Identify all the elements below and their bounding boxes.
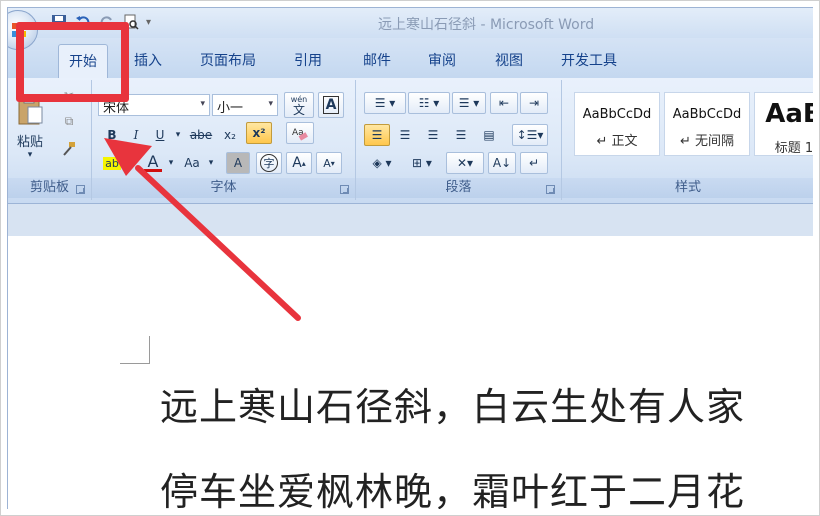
underline-dropdown-icon[interactable]: ▾ [172,124,184,146]
tab-mailings[interactable]: 邮件 [363,50,391,70]
font-size-select[interactable]: 小一 ▾ [212,94,278,116]
paste-label: 粘贴 [16,134,43,150]
superscript-button[interactable]: x² [246,122,272,144]
style-normal[interactable]: AaBbCcDd ↵ 正文 [574,92,660,156]
tab-insert[interactable]: 插入 [134,50,162,70]
line-spacing-icon: ↕☰▾ [516,128,544,142]
format-painter-button[interactable] [58,138,80,160]
multilevel-list-icon: ☰ ▾ [458,96,480,110]
numbered-list-icon: ☷ ▾ [418,96,440,110]
strikethrough-button[interactable]: abe [186,124,216,146]
text-highlight-button[interactable]: ab [98,152,126,174]
document-gutter [8,204,813,236]
phonetic-guide-button[interactable]: wén 文 [284,92,314,118]
underline-button[interactable]: U [150,124,170,146]
align-center-icon: ☰ [399,128,411,142]
tab-references[interactable]: 引用 [294,50,322,70]
tab-page-layout[interactable]: 页面布局 [200,50,256,70]
asian-layout-icon: ✕▾ [456,156,474,170]
window-title: 远上寒山石径斜 - Microsoft Word [378,17,595,33]
change-case-button[interactable]: Aa [178,152,206,174]
paragraph-group: ☰ ▾ ☷ ▾ ☰ ▾ ⇤ ⇥ ☰ ☰ ☰ ☰ ▤ ↕☰▾ ◈ ▾ ⊞ ▾ ✕▾… [356,80,562,200]
eraser-icon: Aa [292,128,308,141]
annotation-highlight-box [16,22,129,102]
increase-indent-button[interactable]: ⇥ [520,92,548,114]
align-left-button[interactable]: ☰ [364,124,390,146]
phonetic-char: 文 [292,103,305,117]
copy-icon: ⧉ [64,113,74,128]
subscript-button[interactable]: x₂ [218,124,242,146]
asian-layout-button[interactable]: ✕▾ [446,152,484,174]
bullets-button[interactable]: ☰ ▾ [364,92,406,114]
multilevel-list-button[interactable]: ☰ ▾ [452,92,486,114]
decrease-indent-button[interactable]: ⇤ [490,92,518,114]
align-center-button[interactable]: ☰ [392,124,418,146]
format-painter-icon [63,142,75,156]
sort-icon: A↓ [492,156,512,170]
style-heading-1[interactable]: AaB 标题 1 [754,92,813,156]
border-icon: ⊞ ▾ [412,156,432,170]
document-line-2[interactable]: 停车坐爱枫林晚，霜叶红于二月花 [160,461,745,509]
shading-button[interactable]: ◈ ▾ [364,152,400,174]
clear-formatting-button[interactable]: Aa [286,122,314,144]
borders-button[interactable]: ⊞ ▾ [404,152,440,174]
change-case-dropdown-icon[interactable]: ▾ [206,152,216,174]
tab-view[interactable]: 视图 [495,50,523,70]
document-page[interactable]: 远上寒山石径斜，白云生处有人家 停车坐爱枫林晚，霜叶红于二月花 [8,236,813,509]
clipboard-launcher-icon[interactable] [76,185,85,194]
justify-button[interactable]: ☰ [448,124,474,146]
document-line-1[interactable]: 远上寒山石径斜，白云生处有人家 [160,376,745,431]
font-group-label: 字体 [92,178,355,198]
bullet-list-icon: ☰ ▾ [374,96,396,110]
styles-group: AaBbCcDd ↵ 正文 AaBbCcDd ↵ 无间隔 AaB 标题 1 样式 [562,80,813,200]
paint-bucket-icon: ◈ ▾ [372,156,392,170]
justify-icon: ☰ [455,128,467,142]
show-marks-button[interactable]: ↵ [520,152,548,174]
shrink-font-button[interactable]: A ▾ [316,152,342,174]
paragraph-group-label: 段落 [356,178,561,198]
sort-button[interactable]: A↓ [488,152,516,174]
decrease-indent-icon: ⇤ [498,96,510,110]
styles-group-label: 样式 [562,178,813,198]
style-no-spacing[interactable]: AaBbCcDd ↵ 无间隔 [664,92,750,156]
paste-dropdown-icon: ▾ [27,149,33,160]
italic-button[interactable]: I [126,124,146,146]
tab-developer[interactable]: 开发工具 [561,50,617,70]
chevron-down-icon: ▾ [268,99,273,109]
chevron-down-icon: ▾ [200,99,205,109]
font-color-button[interactable]: A [142,152,164,174]
copy-button[interactable]: ⧉ [58,110,80,132]
distributed-button[interactable]: ▤ [476,124,502,146]
font-color-dropdown-icon[interactable]: ▾ [166,152,176,174]
paragraph-launcher-icon[interactable] [546,185,555,194]
font-group: 宋体 ▾ 小一 ▾ wén 文 A B I U ▾ abe x₂ x² Aa ab … [92,80,356,200]
align-right-button[interactable]: ☰ [420,124,446,146]
grow-font-button[interactable]: A ▴ [286,152,312,174]
line-spacing-button[interactable]: ↕☰▾ [512,124,548,146]
enclose-characters-button[interactable]: 字 [256,152,282,174]
increase-indent-icon: ⇥ [528,96,540,110]
highlight-dropdown-icon[interactable]: ▾ [128,152,138,174]
margin-corner-mark [120,336,150,364]
font-launcher-icon[interactable] [340,185,349,194]
numbering-button[interactable]: ☷ ▾ [408,92,450,114]
customize-qat-icon[interactable]: ▾ [146,17,154,28]
distributed-icon: ▤ [483,128,495,142]
character-border-button[interactable]: A [318,92,344,118]
bold-button[interactable]: B [102,124,122,146]
pilcrow-icon: ↵ [528,156,540,170]
align-left-icon: ☰ [371,128,383,142]
align-right-icon: ☰ [427,128,439,142]
character-shading-button[interactable]: A [226,152,250,174]
tab-review[interactable]: 审阅 [428,50,456,70]
